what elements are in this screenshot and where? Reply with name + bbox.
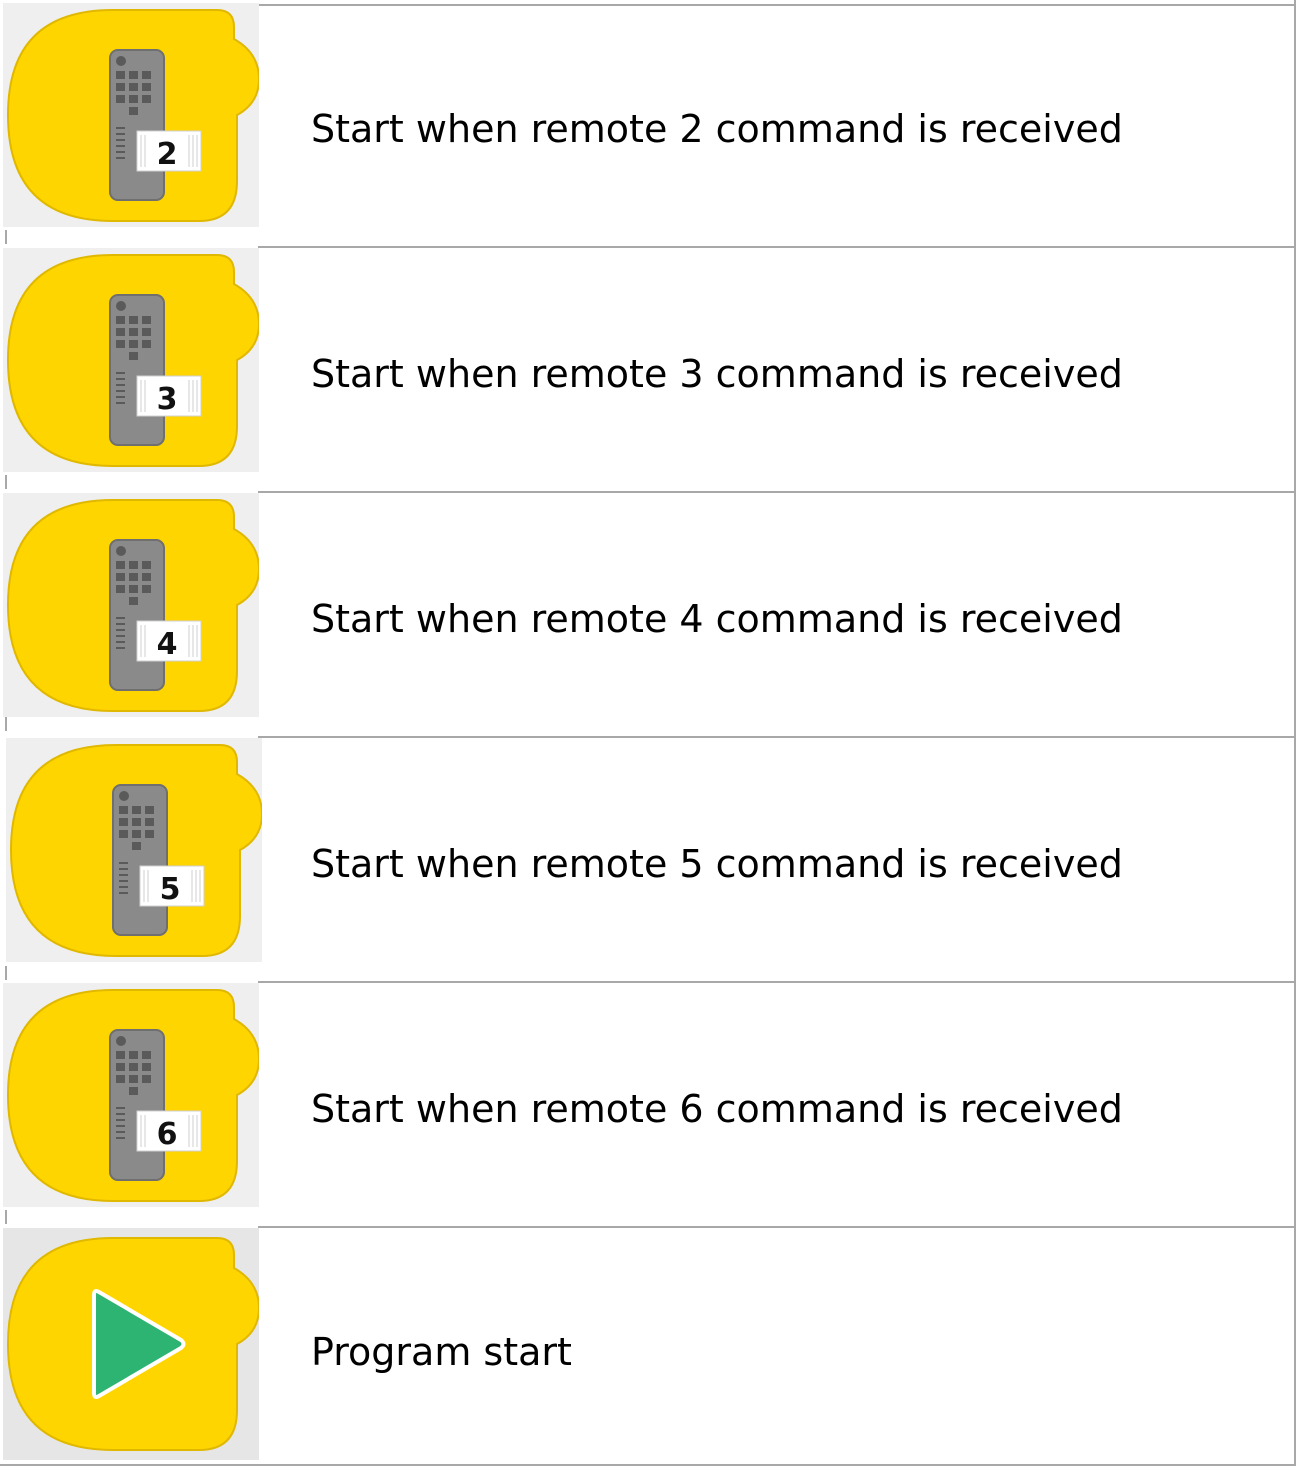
start-block-remote-3: 3 — [3, 248, 259, 472]
row-divider-tick — [5, 230, 7, 244]
table-row: 3 Start when remote 3 command is receive… — [0, 245, 1296, 490]
row-divider — [258, 4, 1296, 6]
start-block-remote-2: 2 — [3, 3, 259, 227]
block-description: Start when remote 5 command is received — [311, 842, 1123, 886]
remote-badge-number: 3 — [157, 382, 178, 417]
remote-badge-number: 4 — [157, 627, 178, 662]
start-block-program-start — [3, 1228, 259, 1460]
block-description: Program start — [311, 1330, 572, 1374]
table-row: Program start — [0, 1225, 1296, 1466]
row-divider-tick — [5, 1210, 7, 1224]
command-block-table: 2 Start when remote 2 command is receive… — [0, 0, 1296, 1466]
row-divider — [258, 736, 1296, 738]
table-row: 4 Start when remote 4 command is receive… — [0, 490, 1296, 735]
remote-badge-number: 2 — [157, 137, 178, 172]
row-divider — [258, 1226, 1296, 1228]
table-row: 5 Start when remote 5 command is receive… — [0, 735, 1296, 980]
start-block-remote-4: 4 — [3, 493, 259, 717]
row-divider — [258, 981, 1296, 983]
block-description: Start when remote 6 command is received — [311, 1087, 1123, 1131]
remote-badge-number: 6 — [157, 1117, 178, 1152]
block-description: Start when remote 3 command is received — [311, 352, 1123, 396]
start-block-remote-6: 6 — [3, 983, 259, 1207]
row-divider-tick — [5, 717, 7, 731]
row-divider — [258, 491, 1296, 493]
row-divider-tick — [5, 966, 7, 980]
row-divider-tick — [5, 475, 7, 489]
block-description: Start when remote 4 command is received — [311, 597, 1123, 641]
table-row: 2 Start when remote 2 command is receive… — [0, 0, 1296, 245]
block-description: Start when remote 2 command is received — [311, 107, 1123, 151]
table-row: 6 Start when remote 6 command is receive… — [0, 980, 1296, 1225]
start-block-remote-5: 5 — [6, 738, 262, 962]
remote-badge-number: 5 — [160, 872, 181, 907]
row-divider — [258, 246, 1296, 248]
